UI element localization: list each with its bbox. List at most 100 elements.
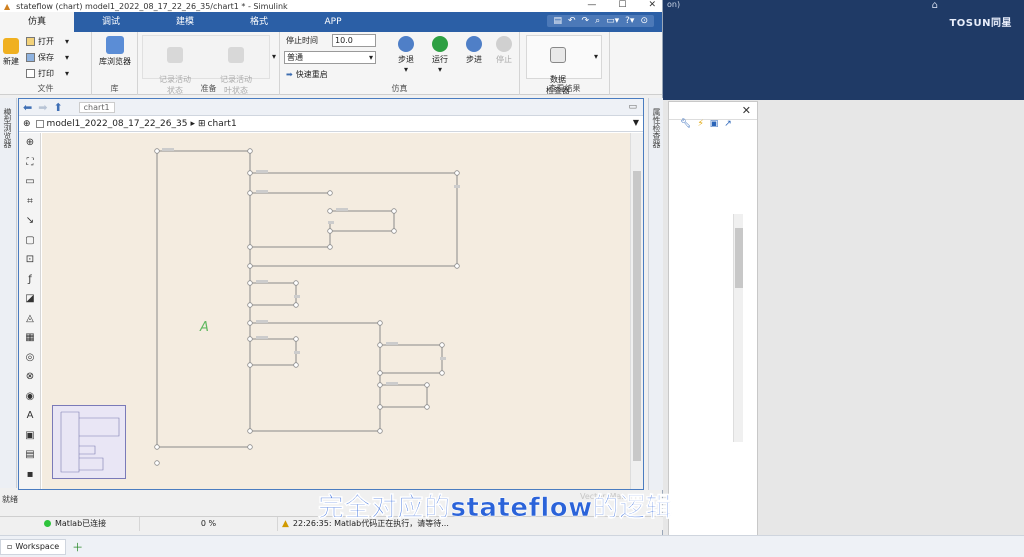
tab-apps[interactable]: APP: [296, 12, 370, 32]
lightning-icon[interactable]: ⚡︎: [697, 119, 703, 135]
history-junction-icon[interactable]: ◎: [19, 348, 41, 368]
state-tool-icon[interactable]: ▭: [19, 172, 41, 192]
save-button[interactable]: 保存 ▾: [26, 52, 69, 63]
model-icon: [35, 119, 44, 128]
undo-icon[interactable]: ↶: [568, 16, 576, 26]
editor-nav-bar: ⬅ ➡ ⬆ chart1 ▭: [19, 99, 643, 116]
new-button[interactable]: 新建: [2, 38, 20, 67]
step-back-label: 步退: [398, 55, 414, 64]
chevron-down-icon[interactable]: ▾: [426, 65, 454, 74]
chevron-down-icon[interactable]: ▾: [65, 53, 69, 62]
breadcrumb-model[interactable]: model1_2022_08_17_22_26_35: [47, 119, 188, 129]
property-inspector-label[interactable]: 属性检查器: [651, 108, 662, 148]
save-icon[interactable]: ▤: [553, 16, 562, 26]
fit-view-icon[interactable]: ⛶: [19, 153, 41, 173]
chart-canvas[interactable]: A: [42, 133, 630, 489]
stop-time-input[interactable]: 10.0: [332, 34, 376, 47]
junctions: [154, 148, 460, 466]
nav-chip[interactable]: chart1: [78, 101, 115, 113]
hide-icon[interactable]: ⊕: [23, 119, 31, 129]
home-icon[interactable]: ⌂: [932, 0, 938, 11]
editor-scroll-thumb[interactable]: [633, 171, 641, 461]
tab-modeling[interactable]: 建模: [148, 12, 222, 32]
tab-debug[interactable]: 调试: [74, 12, 148, 32]
add-tab-icon[interactable]: ＋: [72, 539, 83, 555]
back-arrow-icon[interactable]: ⬅: [23, 101, 32, 114]
model-browser-strip[interactable]: 模型浏览器: [0, 98, 17, 488]
image-icon[interactable]: ▣: [19, 426, 41, 446]
box-tool-icon[interactable]: ⌗: [19, 192, 41, 212]
chevron-down-icon[interactable]: ▾: [65, 69, 69, 78]
step-back-icon: [398, 36, 414, 52]
ribbon-tabs: 仿真 调试 建模 格式 APP ▤ ↶ ↷ ⌕ ▭▾ ?▾ ⊙: [0, 12, 662, 32]
help-icon[interactable]: ?▾: [625, 16, 634, 26]
fast-restart-icon: ➡: [286, 70, 293, 79]
open-label: 打开: [38, 37, 54, 46]
entry-junction-icon[interactable]: ◉: [19, 387, 41, 407]
window-title: stateflow (chart) model1_2022_08_17_22_2…: [16, 1, 288, 11]
truth-table-icon[interactable]: ▦: [19, 328, 41, 348]
open-button[interactable]: 打开 ▾: [26, 36, 69, 47]
stateflow-diagram[interactable]: A: [42, 133, 630, 489]
close-button[interactable]: ✕: [648, 0, 656, 10]
warning-icon: ▲: [282, 518, 289, 529]
wrench-icon[interactable]: 🔧︎: [680, 119, 691, 135]
play-icon: [432, 36, 448, 52]
maximize-button[interactable]: ☐: [618, 0, 626, 10]
annotation-icon[interactable]: A: [19, 406, 41, 426]
matlab-function-icon[interactable]: ◪: [19, 289, 41, 309]
menu-icon[interactable]: ▭: [628, 102, 637, 112]
model-browser-label[interactable]: 模型浏览器: [2, 108, 13, 148]
record-icon: [167, 47, 183, 63]
ribbon-group-results: 数据 检查器 ▾ 查看结果: [520, 32, 610, 95]
print-button[interactable]: 打印 ▾: [26, 68, 69, 79]
up-arrow-icon[interactable]: ⬆: [53, 101, 62, 114]
matlab-status: Matlab已连接: [0, 516, 140, 531]
redo-icon[interactable]: ↷: [582, 16, 590, 26]
connective-junction-icon[interactable]: ⊗: [19, 367, 41, 387]
background-scrollbar[interactable]: [733, 214, 743, 442]
diagram-minimap[interactable]: [52, 405, 126, 479]
settings-icon[interactable]: ⊙: [640, 16, 648, 26]
step-forward-button[interactable]: 步进: [460, 36, 488, 65]
property-inspector-strip[interactable]: 属性检查器: [648, 98, 663, 490]
window-icon[interactable]: ▣: [710, 119, 719, 135]
default-transition-icon[interactable]: ↘: [19, 211, 41, 231]
stop-button[interactable]: 停止: [490, 36, 518, 65]
background-scroll-thumb[interactable]: [735, 228, 743, 288]
chevron-down-icon[interactable]: ▾: [392, 65, 420, 74]
library-browser-button[interactable]: 库浏览器: [96, 36, 134, 67]
search-icon[interactable]: ⌕: [595, 16, 600, 26]
step-back-button[interactable]: 步退 ▾: [392, 36, 420, 74]
minimize-button[interactable]: —: [587, 0, 596, 10]
junction-tool-icon[interactable]: ▢: [19, 231, 41, 251]
chevron-down-icon[interactable]: ▾: [65, 37, 69, 46]
library-icon: [106, 36, 124, 54]
ribbon-group-prepare: 记录活动 状态 记录活动 叶状态 ▾ 准备: [138, 32, 280, 95]
workspace-tab[interactable]: ▫ Workspace: [0, 538, 67, 555]
quick-access-toolbar: ▤ ↶ ↷ ⌕ ▭▾ ?▾ ⊙: [547, 15, 654, 27]
simulation-mode-select[interactable]: 普通: [284, 51, 376, 64]
connected-icon: [44, 520, 51, 527]
external-link-icon[interactable]: ↗: [724, 119, 732, 135]
simulink-function-icon[interactable]: ◬: [19, 309, 41, 329]
zoom-icon[interactable]: ⊕: [19, 133, 41, 153]
function-tool-icon[interactable]: ⊡: [19, 250, 41, 270]
gallery-expand-icon[interactable]: ▾: [272, 52, 276, 61]
tab-format[interactable]: 格式: [222, 12, 296, 32]
fast-restart-button[interactable]: ➡ 快速重启: [286, 69, 328, 80]
chevron-down-icon[interactable]: ▼: [633, 118, 639, 127]
graphical-function-icon[interactable]: ƒ: [19, 270, 41, 290]
editor-scrollbar[interactable]: [630, 133, 643, 489]
close-icon[interactable]: ✕: [742, 104, 751, 117]
table-icon[interactable]: ▤: [19, 445, 41, 465]
forward-arrow-icon[interactable]: ➡: [38, 101, 47, 114]
run-button[interactable]: 运行 ▾: [426, 36, 454, 74]
tab-simulation[interactable]: 仿真: [0, 12, 74, 32]
gallery-expand-icon[interactable]: ▾: [594, 52, 598, 61]
display-icon[interactable]: ▭▾: [606, 16, 619, 26]
stateflow-editor: ⬅ ➡ ⬆ chart1 ▭ ⊕ model1_2022_08_17_22_26…: [18, 98, 644, 490]
more-tools-icon[interactable]: ▪: [19, 465, 41, 485]
editor-toolbar: ⊕ ⛶ ▭ ⌗ ↘ ▢ ⊡ ƒ ◪ ◬ ▦ ◎ ⊗ ◉ A ▣ ▤ ▪: [19, 133, 41, 489]
breadcrumb-chart[interactable]: chart1: [208, 119, 237, 129]
